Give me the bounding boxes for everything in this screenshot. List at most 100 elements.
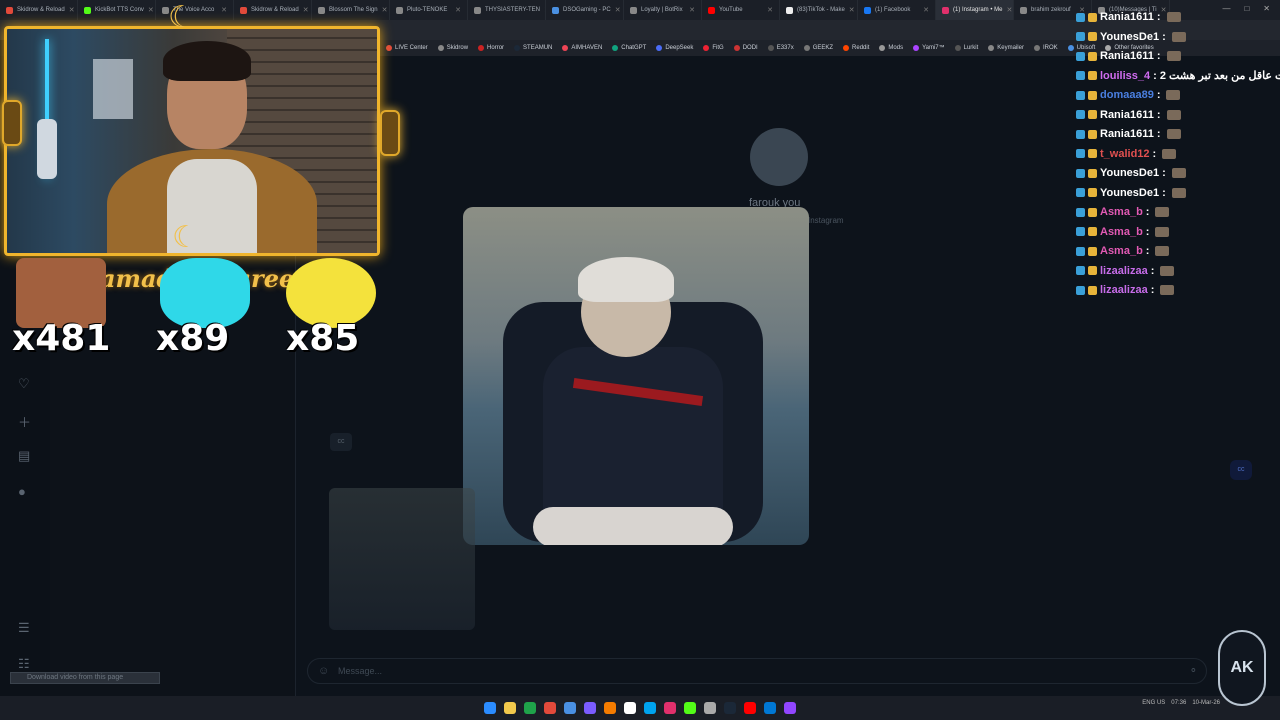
tab-close-icon[interactable]: ✕ [455,6,461,14]
chat-emote-icon [1171,31,1186,42]
chat-message: lizaalizaa: [1076,262,1175,280]
bookmark-label: Skidrow [446,45,469,51]
bookmark-item[interactable]: Keymailer [988,45,1024,51]
bookmark-item[interactable]: Reddit [843,45,869,51]
clock-time[interactable]: 07:36 [1171,700,1186,706]
tab-close-icon[interactable]: ✕ [382,6,388,14]
taskbar-app-icon[interactable] [564,702,576,714]
bookmark-item[interactable]: DeepSeek [656,45,693,51]
tab-close-icon[interactable]: ✕ [767,6,773,14]
browser-tab[interactable]: Pluto-TENOKE ✕ [390,0,468,20]
taskbar-app-icon[interactable] [524,702,536,714]
tab-close-icon[interactable]: ✕ [148,6,154,14]
chat-message: lizaalizaa: [1076,281,1175,299]
shared-photo-thumbnail[interactable] [329,488,475,630]
chat-username: Rania1611 [1100,128,1154,140]
download-video-bar[interactable]: Download video from this page [10,672,160,684]
clock-date[interactable]: 10-Mar-26 [1192,700,1220,706]
chat-username: Rania1611 [1100,11,1154,23]
message-input[interactable]: ☺ Message... ⚬ [307,658,1207,684]
chat-username: t_walid12 [1100,147,1150,160]
taskbar-app-icon[interactable] [584,702,596,714]
taskbar-app-icon[interactable] [764,702,776,714]
heart-icon[interactable]: ♡ [18,376,30,392]
profile-subtitle: Instagram [808,216,844,225]
bookmark-item[interactable]: Lurkit [954,45,978,51]
bookmark-label: FitG [712,45,724,51]
shared-photo[interactable] [463,207,809,545]
tab-close-icon[interactable]: ✕ [1006,6,1012,14]
bookmark-item[interactable]: ChatGPT [612,45,646,51]
browser-tab[interactable]: THYSIASTERY-TEN✕ [468,0,546,20]
tab-close-icon[interactable]: ✕ [923,6,929,14]
taskbar-app-icon[interactable] [604,702,616,714]
taskbar-app-icon[interactable] [724,702,736,714]
taskbar-app-icon[interactable] [784,702,796,714]
language-indicator[interactable]: ENG US [1142,700,1165,706]
taskbar-app-icon[interactable] [664,702,676,714]
bookmark-item[interactable]: IROK [1033,45,1058,51]
browser-tab[interactable]: (1) Facebook ✕ [858,0,936,20]
profile-avatar[interactable] [750,128,808,186]
tab-label: Pluto-TENOKE [407,7,448,13]
taskbar-app-icon[interactable] [624,702,636,714]
browser-tab[interactable]: Skidrow & Reload ✕ [0,0,78,20]
taskbar-app-icon[interactable] [484,702,496,714]
browser-tab[interactable]: Skidrow & Reload ✕ [234,0,312,20]
browser-tab[interactable]: KickBot TTS Conv ✕ [78,0,156,20]
bookmark-item[interactable]: Skidrow [437,45,469,51]
bookmark-item[interactable]: Mods [879,45,903,51]
taskbar-app-icon[interactable] [684,702,696,714]
emote-count: x85 [286,318,360,359]
chat-emote-icon [1166,109,1181,120]
bookmark-item[interactable]: LIVE Center [386,45,428,51]
browser-tab[interactable]: (1) Instagram • Me ✕ [936,0,1014,20]
tab-close-icon[interactable]: ✕ [221,6,227,14]
tab-close-icon[interactable]: ✕ [689,6,695,14]
browser-tab[interactable]: (83)TikTok - Make ✕ [780,0,858,20]
browser-tab[interactable]: DSOGaming - PC ✕ [546,0,624,20]
taskbar-app-icon[interactable] [644,702,656,714]
bookmark-item[interactable]: E337x [767,45,794,51]
browser-tab[interactable]: Blossom The Sign ✕ [312,0,390,20]
bookmark-item[interactable]: DODI [733,45,758,51]
badge-icon [1076,51,1085,61]
emote-counter-overlay: x481 x89 x85 [10,258,376,368]
taskbar-app-icon[interactable] [744,702,756,714]
taskbar-app-icon[interactable] [544,702,556,714]
chat-emote-icon [1155,226,1170,237]
tab-favicon-icon [474,6,481,14]
bookmark-item[interactable]: GEEKZ [803,45,833,51]
browser-tab[interactable]: YouTube ✕ [702,0,780,20]
badge-icon [1076,110,1085,119]
chat-emote-icon [1166,12,1181,22]
bookmark-item[interactable]: AIMHAVEN [562,45,602,51]
taskbar-app-icon[interactable] [704,702,716,714]
badge-icon [1076,285,1085,295]
bookmark-item[interactable]: Horror [478,45,504,51]
tab-close-icon[interactable]: ✕ [615,6,621,14]
bookmark-icon [733,45,740,51]
menu-icon[interactable]: ☰ [18,620,30,636]
taskbar-app-icon[interactable] [504,702,516,714]
tab-close-icon[interactable]: ✕ [303,6,309,14]
bookmark-item[interactable]: STEAMUN [514,45,552,51]
profile-icon[interactable]: ● [18,484,26,499]
apps-icon[interactable]: ☷ [18,656,30,672]
bookmark-icon [1033,45,1040,51]
plus-icon[interactable]: ＋ [18,412,31,431]
tab-label: Skidrow & Reload [251,7,299,13]
stats-icon[interactable]: ▤ [18,448,30,464]
tab-close-icon[interactable]: ✕ [849,6,855,14]
badge-icon [1088,149,1097,158]
bookmark-item[interactable]: Yami7™ [913,45,945,51]
microphone-icon[interactable]: ⚬ [1189,664,1198,677]
cc-badge-right[interactable]: cc [1230,460,1252,480]
bookmark-item[interactable]: FitG [703,45,724,51]
browser-tab[interactable]: Loyalty | BotRix ✕ [624,0,702,20]
bookmark-icon [656,45,663,51]
tab-close-icon[interactable]: ✕ [69,6,75,14]
emoji-icon[interactable]: ☺ [318,665,329,677]
chat-separator: : [1152,147,1157,160]
bookmark-label: ChatGPT [621,45,647,51]
